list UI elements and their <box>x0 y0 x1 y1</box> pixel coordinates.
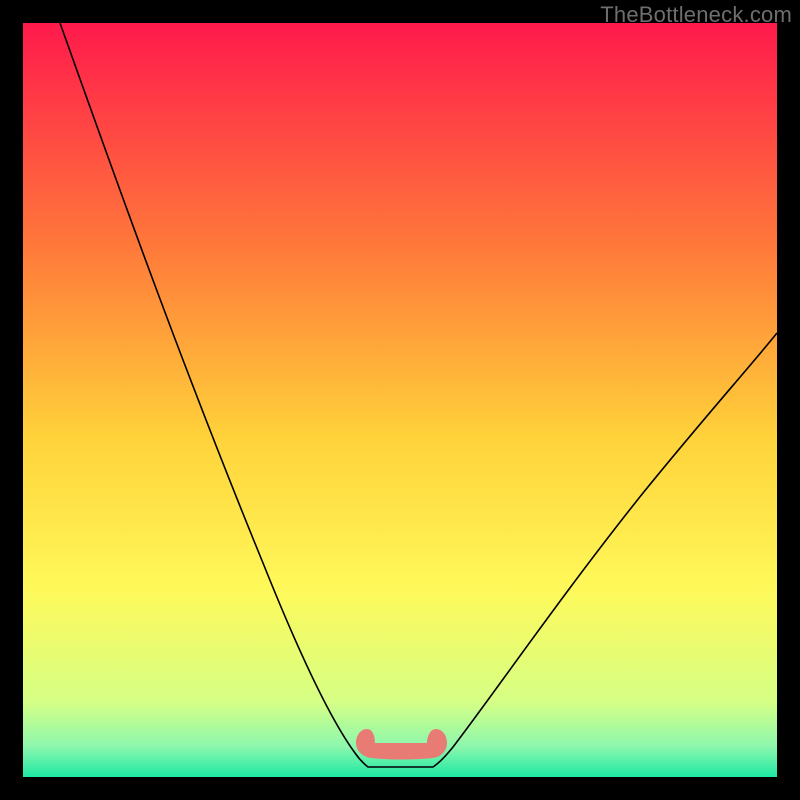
plot-area <box>23 23 777 777</box>
blob-left-dot <box>357 733 369 745</box>
watermark-text: TheBottleneck.com <box>600 2 792 28</box>
blob-right-dot <box>433 733 445 745</box>
chart-frame: TheBottleneck.com <box>0 0 800 800</box>
chart-svg <box>23 23 777 777</box>
gradient-background <box>23 23 777 777</box>
